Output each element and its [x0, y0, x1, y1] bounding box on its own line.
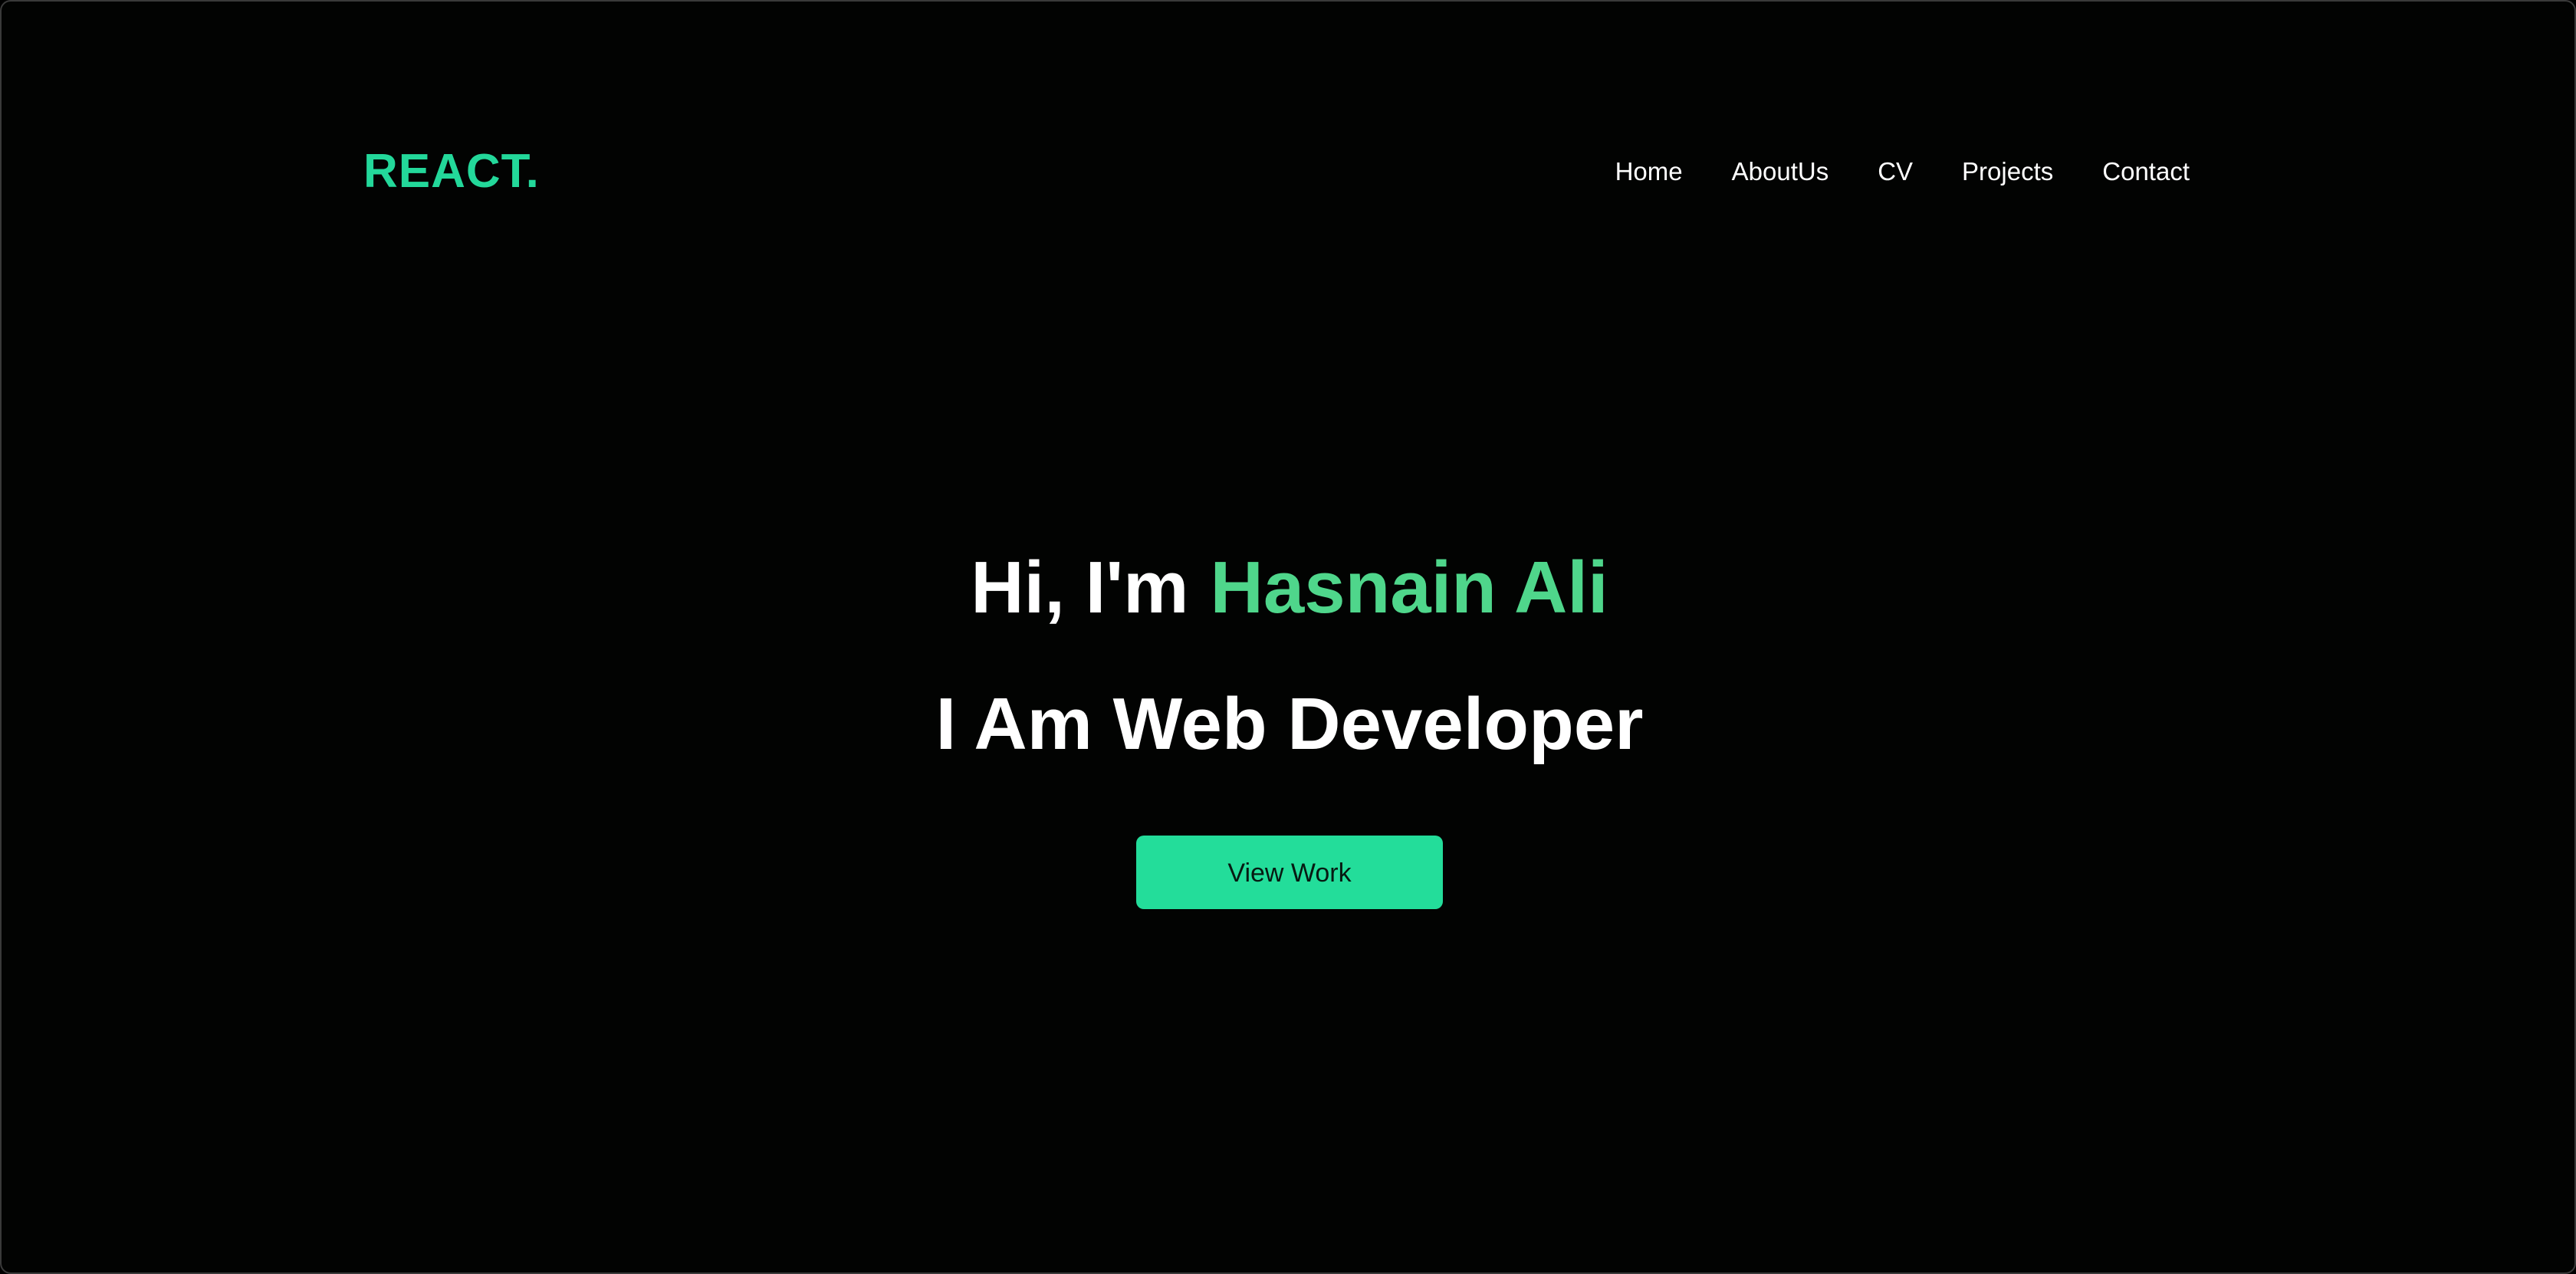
nav-item-aboutus[interactable]: AboutUs — [1732, 149, 1829, 195]
main-nav: Home AboutUs CV Projects Contact — [1615, 149, 2190, 195]
nav-item-cv[interactable]: CV — [1878, 149, 1913, 195]
hero-role: I Am Web Developer — [935, 683, 1644, 765]
hero-name: Hasnain Ali — [1210, 547, 1608, 629]
nav-item-projects[interactable]: Projects — [1962, 149, 2053, 195]
view-work-button[interactable]: View Work — [1136, 836, 1443, 909]
page-frame: REACT. Home AboutUs CV Projects Contact … — [0, 0, 2576, 1274]
hero-section: Hi, I'm Hasnain Ali I Am Web Developer Vi… — [2, 538, 2574, 909]
greeting-prefix: Hi, I'm — [971, 547, 1189, 629]
hero-greeting: Hi, I'm Hasnain Ali — [2, 538, 2574, 638]
nav-item-contact[interactable]: Contact — [2102, 149, 2190, 195]
nav-item-home[interactable]: Home — [1615, 149, 1683, 195]
brand-logo[interactable]: REACT. — [363, 141, 540, 202]
